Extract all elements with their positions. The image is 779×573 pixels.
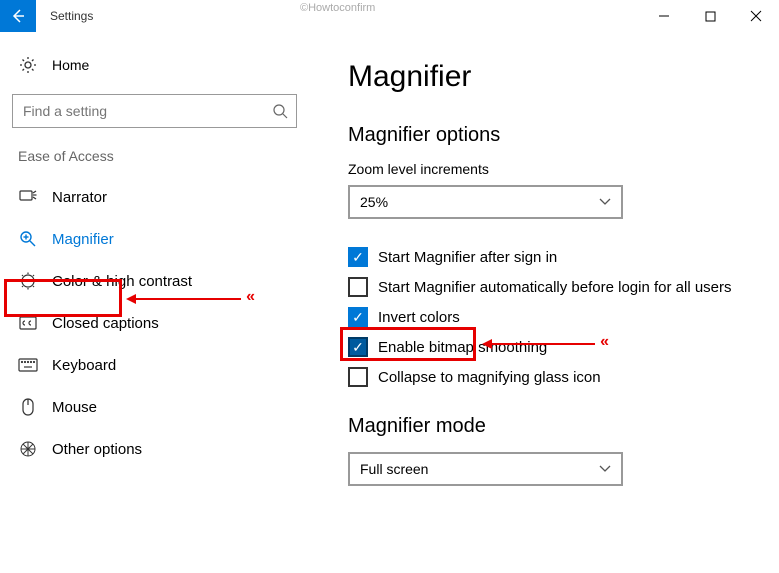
keyboard-icon — [18, 355, 38, 375]
dropdown-value: Full screen — [360, 461, 428, 477]
checkbox-label: Start Magnifier after sign in — [378, 249, 557, 266]
chevron-down-icon — [599, 465, 611, 473]
sidebar-item-other-options[interactable]: Other options — [12, 428, 300, 470]
sidebar-item-mouse[interactable]: Mouse — [12, 386, 300, 428]
watermark-text: ©Howtoconfirm — [300, 2, 375, 14]
section-options-heading: Magnifier options — [348, 124, 763, 147]
search-input[interactable] — [12, 94, 297, 128]
page-title: Magnifier — [348, 60, 763, 94]
section-mode-heading: Magnifier mode — [348, 415, 763, 438]
sidebar-item-keyboard[interactable]: Keyboard — [12, 344, 300, 386]
sidebar-item-label: Magnifier — [52, 231, 114, 248]
close-button[interactable] — [733, 0, 779, 32]
checkbox-collapse-icon[interactable]: Collapse to magnifying glass icon — [348, 367, 763, 387]
magnifier-icon — [18, 229, 38, 249]
other-icon — [18, 439, 38, 459]
sidebar-item-label: Other options — [52, 441, 142, 458]
home-link[interactable]: Home — [12, 44, 300, 86]
checkbox-start-after-signin[interactable]: ✓ Start Magnifier after sign in — [348, 247, 763, 267]
arrow-left-icon — [10, 8, 26, 24]
sidebar-item-label: Closed captions — [52, 315, 159, 332]
mouse-icon — [18, 397, 38, 417]
zoom-increments-dropdown[interactable]: 25% — [348, 185, 623, 219]
minimize-button[interactable] — [641, 0, 687, 32]
zoom-increments-label: Zoom level increments — [348, 161, 763, 177]
checkbox-invert-colors[interactable]: ✓ Invert colors — [348, 307, 763, 327]
search-field[interactable] — [21, 102, 272, 120]
magnifier-mode-dropdown[interactable]: Full screen — [348, 452, 623, 486]
sidebar-item-label: Mouse — [52, 399, 97, 416]
checkbox-label: Start Magnifier automatically before log… — [378, 279, 732, 296]
gear-icon — [18, 55, 38, 75]
check-icon: ✓ — [352, 250, 364, 264]
annotation-arrow-invert — [492, 343, 595, 345]
checkbox-box[interactable]: ✓ — [348, 247, 368, 267]
sidebar-item-label: Narrator — [52, 189, 107, 206]
checkbox-box[interactable] — [348, 367, 368, 387]
sidebar-item-magnifier[interactable]: Magnifier — [12, 218, 300, 260]
checkbox-box[interactable]: ✓ — [348, 307, 368, 327]
sidebar: Home Ease of Access Narrator Magnifier — [0, 32, 310, 573]
window-controls — [641, 0, 779, 32]
titlebar: Settings — [0, 0, 779, 32]
back-button[interactable] — [0, 0, 36, 32]
main-panel: Magnifier Magnifier options Zoom level i… — [310, 32, 779, 573]
chevron-down-icon — [599, 198, 611, 206]
annotation-highlight-invert — [340, 327, 476, 361]
maximize-button[interactable] — [687, 0, 733, 32]
sidebar-item-label: Keyboard — [52, 357, 116, 374]
checkbox-label: Invert colors — [378, 309, 460, 326]
checkbox-box[interactable] — [348, 277, 368, 297]
check-icon: ✓ — [352, 310, 364, 324]
checkbox-label: Collapse to magnifying glass icon — [378, 369, 601, 386]
narrator-icon — [18, 187, 38, 207]
home-label: Home — [52, 57, 89, 73]
annotation-arrow-sidebar — [136, 298, 241, 300]
sidebar-category: Ease of Access — [18, 148, 300, 164]
annotation-highlight-sidebar — [4, 279, 122, 317]
dropdown-value: 25% — [360, 194, 388, 210]
search-icon — [272, 103, 288, 119]
checkbox-start-before-login[interactable]: Start Magnifier automatically before log… — [348, 277, 763, 297]
sidebar-item-narrator[interactable]: Narrator — [12, 176, 300, 218]
